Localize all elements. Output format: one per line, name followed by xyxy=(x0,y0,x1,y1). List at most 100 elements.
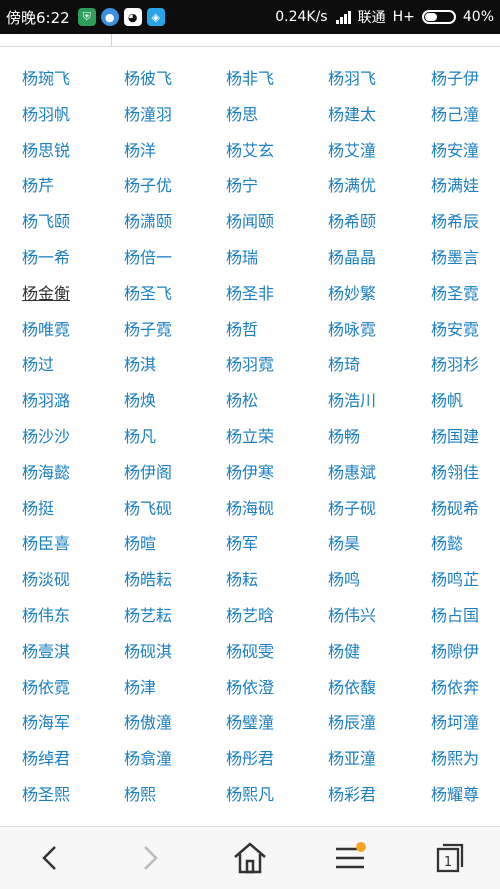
name-link[interactable]: 杨焕 xyxy=(124,390,156,412)
name-link[interactable]: 杨思 xyxy=(226,104,258,126)
name-link[interactable]: 杨希颐 xyxy=(328,211,376,233)
name-link[interactable]: 杨畅 xyxy=(328,426,360,448)
name-link[interactable]: 杨宁 xyxy=(226,175,258,197)
name-link[interactable]: 杨己潼 xyxy=(431,104,479,126)
menu-button[interactable] xyxy=(320,833,380,883)
name-link[interactable]: 杨暄 xyxy=(124,533,156,555)
name-link[interactable]: 杨熙为 xyxy=(431,748,479,770)
name-link[interactable]: 杨健 xyxy=(328,641,360,663)
name-link[interactable]: 杨辰潼 xyxy=(328,712,376,734)
name-link[interactable]: 杨子伊 xyxy=(431,68,479,90)
name-link[interactable]: 杨建太 xyxy=(328,104,376,126)
name-link[interactable]: 杨飞颐 xyxy=(22,211,70,233)
name-link[interactable]: 杨思锐 xyxy=(22,140,70,162)
name-link[interactable]: 杨羽杉 xyxy=(431,354,479,376)
name-link[interactable]: 杨墨言 xyxy=(431,247,479,269)
name-link[interactable]: 杨妙繁 xyxy=(328,283,376,305)
name-link[interactable]: 杨壹淇 xyxy=(22,641,70,663)
name-link[interactable]: 杨璧潼 xyxy=(226,712,274,734)
name-link[interactable]: 杨凡 xyxy=(124,426,156,448)
name-link[interactable]: 杨艾潼 xyxy=(328,140,376,162)
name-link[interactable]: 杨圣非 xyxy=(226,283,274,305)
name-link[interactable]: 杨依馥 xyxy=(328,677,376,699)
name-link[interactable]: 杨琦 xyxy=(328,354,360,376)
name-link[interactable]: 杨伊阁 xyxy=(124,462,172,484)
name-link[interactable]: 杨羽帆 xyxy=(22,104,70,126)
name-link[interactable]: 杨占国 xyxy=(431,605,479,627)
name-link[interactable]: 杨子霓 xyxy=(124,319,172,341)
name-link[interactable]: 杨满娃 xyxy=(431,175,479,197)
name-link[interactable]: 杨砚雯 xyxy=(226,641,274,663)
name-link[interactable]: 杨子砚 xyxy=(328,498,376,520)
name-link[interactable]: 杨翕潼 xyxy=(124,748,172,770)
name-link[interactable]: 杨浩川 xyxy=(328,390,376,412)
name-link[interactable]: 杨臣喜 xyxy=(22,533,70,555)
name-link[interactable]: 杨隙伊 xyxy=(431,641,479,663)
name-link[interactable]: 杨羽霓 xyxy=(226,354,274,376)
name-link[interactable]: 杨沙沙 xyxy=(22,426,70,448)
name-link[interactable]: 杨昊 xyxy=(328,533,360,555)
name-link[interactable]: 杨依霓 xyxy=(22,677,70,699)
name-link[interactable]: 杨熙 xyxy=(124,784,156,806)
name-link[interactable]: 杨彼飞 xyxy=(124,68,172,90)
name-link[interactable]: 杨芹 xyxy=(22,175,54,197)
name-link[interactable]: 杨洋 xyxy=(124,140,156,162)
name-link[interactable]: 杨咏霓 xyxy=(328,319,376,341)
name-link[interactable]: 杨懿 xyxy=(431,533,463,555)
name-link[interactable]: 杨依澄 xyxy=(226,677,274,699)
name-link[interactable]: 杨唯霓 xyxy=(22,319,70,341)
name-link[interactable]: 杨耀尊 xyxy=(431,784,479,806)
name-link[interactable]: 杨伟东 xyxy=(22,605,70,627)
name-link[interactable]: 杨金衡 xyxy=(22,283,70,305)
name-link[interactable]: 杨彩君 xyxy=(328,784,376,806)
name-link[interactable]: 杨皓耘 xyxy=(124,569,172,591)
name-link[interactable]: 杨惠斌 xyxy=(328,462,376,484)
name-link[interactable]: 杨淇 xyxy=(124,354,156,376)
name-link[interactable]: 杨伊寒 xyxy=(226,462,274,484)
name-link[interactable]: 杨傲潼 xyxy=(124,712,172,734)
name-link[interactable]: 杨一希 xyxy=(22,247,70,269)
name-link[interactable]: 杨非飞 xyxy=(226,68,274,90)
name-link[interactable]: 杨亚潼 xyxy=(328,748,376,770)
name-link[interactable]: 杨绰君 xyxy=(22,748,70,770)
name-link[interactable]: 杨鸣芷 xyxy=(431,569,479,591)
name-link[interactable]: 杨立荣 xyxy=(226,426,274,448)
name-link[interactable]: 杨倍一 xyxy=(124,247,172,269)
tabs-button[interactable]: 1 xyxy=(420,833,480,883)
name-link[interactable]: 杨耘 xyxy=(226,569,258,591)
name-link[interactable]: 杨挺 xyxy=(22,498,54,520)
name-link[interactable]: 杨艺晗 xyxy=(226,605,274,627)
name-link[interactable]: 杨砚希 xyxy=(431,498,479,520)
name-link[interactable]: 杨伟兴 xyxy=(328,605,376,627)
name-link[interactable]: 杨飞砚 xyxy=(124,498,172,520)
name-link[interactable]: 杨圣霓 xyxy=(431,283,479,305)
name-link[interactable]: 杨闻颐 xyxy=(226,211,274,233)
name-link[interactable]: 杨国建 xyxy=(431,426,479,448)
name-link[interactable]: 杨瑞 xyxy=(226,247,258,269)
name-link[interactable]: 杨圣熙 xyxy=(22,784,70,806)
home-button[interactable] xyxy=(220,833,280,883)
name-link[interactable]: 杨依奔 xyxy=(431,677,479,699)
name-link[interactable]: 杨安潼 xyxy=(431,140,479,162)
name-link[interactable]: 杨艾玄 xyxy=(226,140,274,162)
name-link[interactable]: 杨潇颐 xyxy=(124,211,172,233)
name-link[interactable]: 杨圣飞 xyxy=(124,283,172,305)
name-link[interactable]: 杨砚淇 xyxy=(124,641,172,663)
name-link[interactable]: 杨坷潼 xyxy=(431,712,479,734)
name-link[interactable]: 杨羽飞 xyxy=(328,68,376,90)
name-link[interactable]: 杨满优 xyxy=(328,175,376,197)
name-link[interactable]: 杨羽潞 xyxy=(22,390,70,412)
name-link[interactable]: 杨安霓 xyxy=(431,319,479,341)
name-link[interactable]: 杨津 xyxy=(124,677,156,699)
name-link[interactable]: 杨鸣 xyxy=(328,569,360,591)
name-link[interactable]: 杨子优 xyxy=(124,175,172,197)
name-link[interactable]: 杨海砚 xyxy=(226,498,274,520)
name-link[interactable]: 杨琬飞 xyxy=(22,68,70,90)
name-link[interactable]: 杨哲 xyxy=(226,319,258,341)
name-link[interactable]: 杨翎佳 xyxy=(431,462,479,484)
name-link[interactable]: 杨彤君 xyxy=(226,748,274,770)
name-link[interactable]: 杨帆 xyxy=(431,390,463,412)
back-button[interactable] xyxy=(20,833,80,883)
name-link[interactable]: 杨潼羽 xyxy=(124,104,172,126)
name-link[interactable]: 杨希辰 xyxy=(431,211,479,233)
